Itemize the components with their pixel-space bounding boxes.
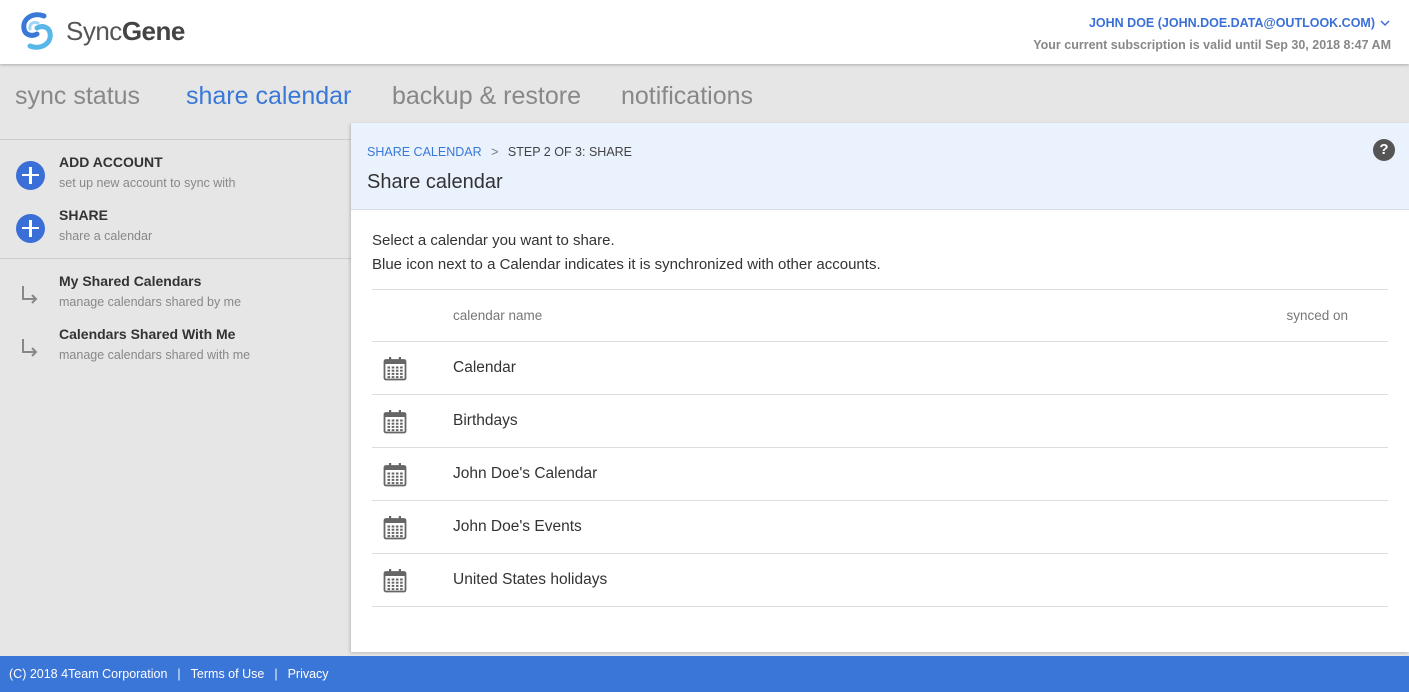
calendar-name: Birthdays (453, 412, 518, 429)
calendar-icon (383, 516, 407, 540)
sidebar-item-subtitle: set up new account to sync with (59, 176, 236, 190)
tab-sync-status[interactable]: sync status (15, 82, 140, 111)
sidebar-item-subtitle: share a calendar (59, 229, 153, 243)
table-header: calendar name synced on (372, 289, 1388, 342)
panel-header: SHARE CALENDAR > STEP 2 OF 3: SHARE Shar… (351, 123, 1409, 210)
terms-of-use-link[interactable]: Terms of Use (191, 667, 265, 681)
footer-separator: | (177, 667, 181, 681)
page-title: Share calendar (367, 171, 503, 193)
sidebar-item-add-account[interactable]: ADD ACCOUNT set up new account to sync w… (0, 154, 351, 204)
calendar-name: United States holidays (453, 571, 608, 588)
privacy-link[interactable]: Privacy (288, 667, 329, 681)
chevron-down-icon (1380, 20, 1390, 27)
help-icon[interactable]: ? (1373, 139, 1395, 161)
table-row[interactable]: John Doe's Calendar (372, 448, 1388, 501)
arrow-down-right-icon (22, 339, 38, 357)
footer-separator: | (274, 667, 278, 681)
logo-text-light: Sync (66, 15, 122, 46)
user-account-label: JOHN DOE (JOHN.DOE.DATA@OUTLOOK.COM) (1088, 16, 1375, 30)
table-body: Calendar Birthdays John Doe's Calendar John… (372, 342, 1388, 607)
main-navigation: sync status share calendar backup & rest… (0, 64, 1409, 124)
sidebar-item-calendars-shared-with-me[interactable]: Calendars Shared With Me manage calendar… (0, 326, 351, 376)
sidebar-item-title: ADD ACCOUNT (59, 154, 163, 170)
main-panel: SHARE CALENDAR > STEP 2 OF 3: SHARE Shar… (351, 123, 1409, 652)
calendar-icon (383, 410, 407, 434)
table-row[interactable]: United States holidays (372, 554, 1388, 607)
tab-notifications[interactable]: notifications (621, 82, 753, 111)
tab-share-calendar[interactable]: share calendar (186, 82, 351, 111)
plus-circle-icon (16, 214, 45, 243)
sidebar-item-subtitle: manage calendars shared with me (59, 348, 251, 362)
sidebar-item-title: Calendars Shared With Me (59, 326, 236, 342)
sidebar-item-share[interactable]: SHARE share a calendar (0, 207, 351, 257)
plus-circle-icon (16, 161, 45, 190)
breadcrumb-current: STEP 2 OF 3: SHARE (507, 145, 633, 159)
breadcrumb-link-share-calendar[interactable]: SHARE CALENDAR (367, 145, 482, 159)
calendar-name: John Doe's Calendar (453, 465, 598, 482)
sidebar-divider (0, 258, 351, 259)
user-account-menu[interactable]: JOHN DOE (JOHN.DOE.DATA@OUTLOOK.COM) (1089, 16, 1390, 30)
footer: (C) 2018 4Team Corporation | Terms of Us… (0, 656, 1409, 692)
table-row[interactable]: Birthdays (372, 395, 1388, 448)
sidebar: ADD ACCOUNT set up new account to sync w… (0, 139, 351, 652)
calendar-name: John Doe's Events (453, 518, 582, 535)
subscription-status: Your current subscription is valid until… (1033, 38, 1391, 52)
column-header-synced-on: synced on (1286, 308, 1348, 323)
breadcrumb: SHARE CALENDAR > STEP 2 OF 3: SHARE (367, 145, 632, 159)
instruction-line: Blue icon next to a Calendar indicates i… (372, 256, 881, 273)
table-row[interactable]: John Doe's Events (372, 501, 1388, 554)
logo-text: SyncGene (66, 16, 185, 47)
calendar-table: calendar name synced on Calendar Birthday… (372, 289, 1388, 607)
sidebar-item-title: SHARE (59, 207, 109, 223)
calendar-icon (383, 357, 407, 381)
instructions: Select a calendar you want to share. Blu… (372, 229, 881, 277)
tab-backup-restore[interactable]: backup & restore (392, 82, 581, 111)
syncgene-logo[interactable]: SyncGene (16, 10, 185, 52)
breadcrumb-separator: > (491, 145, 499, 159)
copyright-text: (C) 2018 4Team Corporation (9, 667, 168, 681)
arrow-down-right-icon (22, 286, 38, 304)
calendar-icon (383, 569, 407, 593)
calendar-icon (383, 463, 407, 487)
table-row[interactable]: Calendar (372, 342, 1388, 395)
logo-text-bold: Gene (121, 15, 186, 46)
column-header-calendar-name: calendar name (453, 308, 543, 323)
syncgene-logo-icon (21, 12, 53, 50)
calendar-name: Calendar (453, 359, 516, 376)
sidebar-item-title: My Shared Calendars (59, 273, 202, 289)
app-header: SyncGene JOHN DOE (JOHN.DOE.DATA@OUTLOOK… (0, 0, 1409, 64)
instruction-line: Select a calendar you want to share. (372, 232, 615, 249)
sidebar-item-subtitle: manage calendars shared by me (59, 295, 242, 309)
sidebar-item-my-shared-calendars[interactable]: My Shared Calendars manage calendars sha… (0, 273, 351, 323)
